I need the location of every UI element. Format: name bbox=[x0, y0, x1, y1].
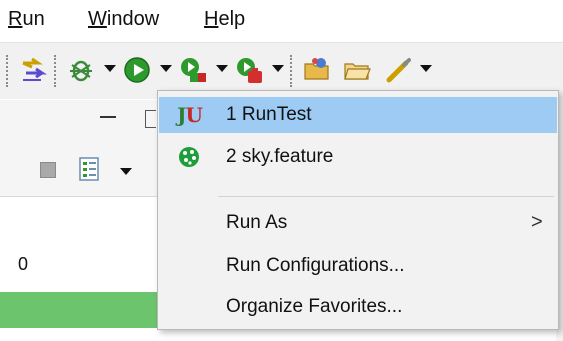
runs-count-value: 0 bbox=[18, 254, 29, 274]
menu-window-label: indow bbox=[106, 8, 160, 30]
menu-item-run-configurations[interactable]: Run Configurations... bbox=[159, 248, 557, 284]
coverage-dropdown-icon[interactable] bbox=[216, 65, 228, 72]
menu-item-run-test[interactable]: JU 1 RunTest bbox=[159, 97, 557, 133]
history-dropdown-icon[interactable] bbox=[120, 168, 132, 175]
menu-item-sky-feature-label: 2 sky.feature bbox=[226, 146, 334, 167]
run-icon[interactable] bbox=[122, 55, 152, 85]
toolbar-separator bbox=[54, 55, 56, 87]
external-tools-dropdown-icon[interactable] bbox=[272, 65, 284, 72]
menu-help-label: elp bbox=[218, 8, 246, 30]
stop-icon[interactable] bbox=[40, 162, 56, 178]
menu-window-mnemonic: W bbox=[88, 8, 107, 30]
menu-run-mnemonic: R bbox=[8, 8, 23, 30]
menu-item-run-as[interactable]: Run As > bbox=[159, 205, 557, 241]
toolbar-separator bbox=[290, 55, 292, 87]
open-type-icon[interactable] bbox=[302, 55, 332, 85]
menu-item-organize-favorites[interactable]: Organize Favorites... bbox=[159, 289, 557, 325]
search-icon[interactable] bbox=[384, 55, 414, 85]
menu-window[interactable]: Window bbox=[88, 8, 159, 31]
maximize-icon[interactable] bbox=[145, 110, 156, 128]
minimize-icon[interactable] bbox=[100, 116, 116, 118]
menu-run[interactable]: Run bbox=[8, 8, 45, 31]
menu-help[interactable]: Help bbox=[204, 8, 245, 31]
view-toolbar bbox=[0, 146, 170, 197]
menu-separator bbox=[218, 196, 554, 197]
search-dropdown-icon[interactable] bbox=[420, 65, 432, 72]
test-progress-bar bbox=[0, 292, 170, 328]
toolbar-separator bbox=[6, 55, 8, 87]
external-tools-icon[interactable] bbox=[234, 55, 264, 85]
menu-item-organize-favorites-label: Organize Favorites... bbox=[226, 296, 403, 317]
run-dropdown-icon[interactable] bbox=[160, 65, 172, 72]
menu-item-sky-feature[interactable]: 2 sky.feature bbox=[159, 139, 557, 175]
menu-bar: Run Window Help bbox=[0, 0, 563, 40]
history-icon[interactable] bbox=[78, 156, 100, 182]
menu-item-run-configurations-label: Run Configurations... bbox=[226, 255, 405, 276]
coverage-icon[interactable] bbox=[178, 55, 208, 85]
menu-item-run-test-label: 1 RunTest bbox=[226, 104, 312, 125]
menu-run-label: un bbox=[22, 8, 45, 30]
open-resource-icon[interactable] bbox=[342, 55, 372, 85]
menu-help-mnemonic: H bbox=[204, 8, 219, 30]
debug-dropdown-icon[interactable] bbox=[104, 65, 116, 72]
debug-icon[interactable] bbox=[66, 55, 96, 85]
eclipse-window: Run Window Help 0 JU 1 RunTest 2 sky.fea… bbox=[0, 0, 563, 341]
menu-item-run-as-label: Run As bbox=[226, 212, 288, 233]
step-filter-icon[interactable] bbox=[18, 55, 48, 85]
submenu-arrow-icon: > bbox=[531, 211, 543, 233]
run-dropdown-menu: JU 1 RunTest 2 sky.feature Run As > Run … bbox=[157, 90, 559, 330]
cucumber-icon bbox=[179, 147, 199, 167]
junit-icon: JU bbox=[177, 103, 203, 127]
